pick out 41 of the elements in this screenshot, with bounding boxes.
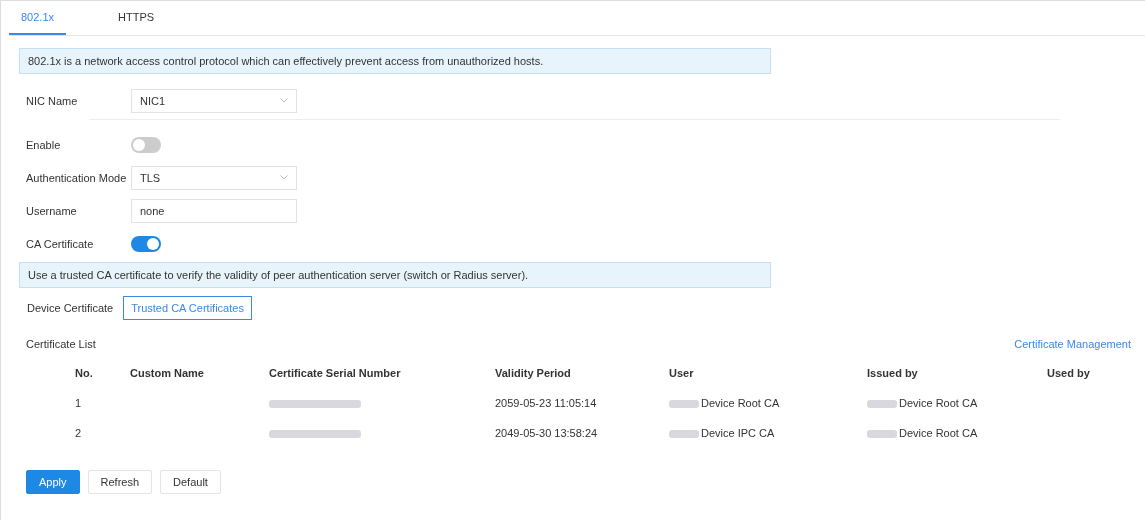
- select-field[interactable]: TLS: [131, 165, 297, 190]
- column-header: Issued by: [866, 366, 919, 381]
- field-label: Username: [26, 204, 78, 217]
- tab[interactable]: HTTPS: [106, 1, 167, 35]
- toggle-switch[interactable]: [131, 235, 161, 252]
- table-cell-text: 2059-05-23 11:05:14: [494, 396, 598, 411]
- caret-icon: [280, 175, 288, 180]
- tab[interactable]: 802.1x: [9, 1, 67, 35]
- column-header: Custom Name: [129, 366, 205, 381]
- action-button[interactable]: Refresh: [87, 470, 153, 494]
- column-header: User: [668, 366, 695, 381]
- redacted-text: [669, 400, 699, 409]
- table-cell: Device Root CA: [899, 397, 978, 409]
- caret-icon: [280, 98, 288, 103]
- redacted-text: [867, 430, 897, 439]
- table-cell-text: 2049-05-30 13:58:24: [494, 426, 599, 441]
- column-header: Validity Period: [494, 366, 572, 381]
- action-button[interactable]: Default: [160, 470, 221, 494]
- field-label: CA Certificate: [26, 237, 95, 250]
- info-banner: Use a trusted CA certificate to verify the validity of peer authentication server (switch or Radius server).: [19, 262, 771, 288]
- column-header: Certificate Serial Number: [268, 366, 402, 381]
- redacted-text: [867, 400, 897, 409]
- table-cell: Device Root CA: [701, 397, 780, 409]
- column-header: Used by: [1046, 366, 1091, 381]
- apply-button[interactable]: Apply: [26, 470, 80, 494]
- input-field[interactable]: none: [131, 198, 297, 223]
- column-header: No.: [74, 366, 94, 381]
- field-label: Enable: [26, 138, 62, 151]
- certificate-management-link[interactable]: Certificate Management: [1014, 338, 1131, 350]
- table-cell-text: 1: [74, 396, 83, 411]
- select-field[interactable]: NIC1: [131, 88, 297, 113]
- table-cell: Device IPC CA: [701, 427, 775, 439]
- info-banner: 802.1x is a network access control protocol which can effectively prevent access from unauthorized hosts.: [19, 48, 771, 74]
- redacted-text: [669, 430, 699, 439]
- section-title: Certificate List: [26, 338, 96, 350]
- table-cell: Device Root CA: [899, 427, 978, 439]
- field-label: Authentication Mode: [26, 171, 128, 184]
- field-label: NIC Name: [26, 94, 79, 107]
- tab[interactable]: Trusted CA Certificates: [123, 296, 252, 320]
- toggle-switch[interactable]: [131, 136, 161, 153]
- table-cell-text: 2: [74, 426, 83, 441]
